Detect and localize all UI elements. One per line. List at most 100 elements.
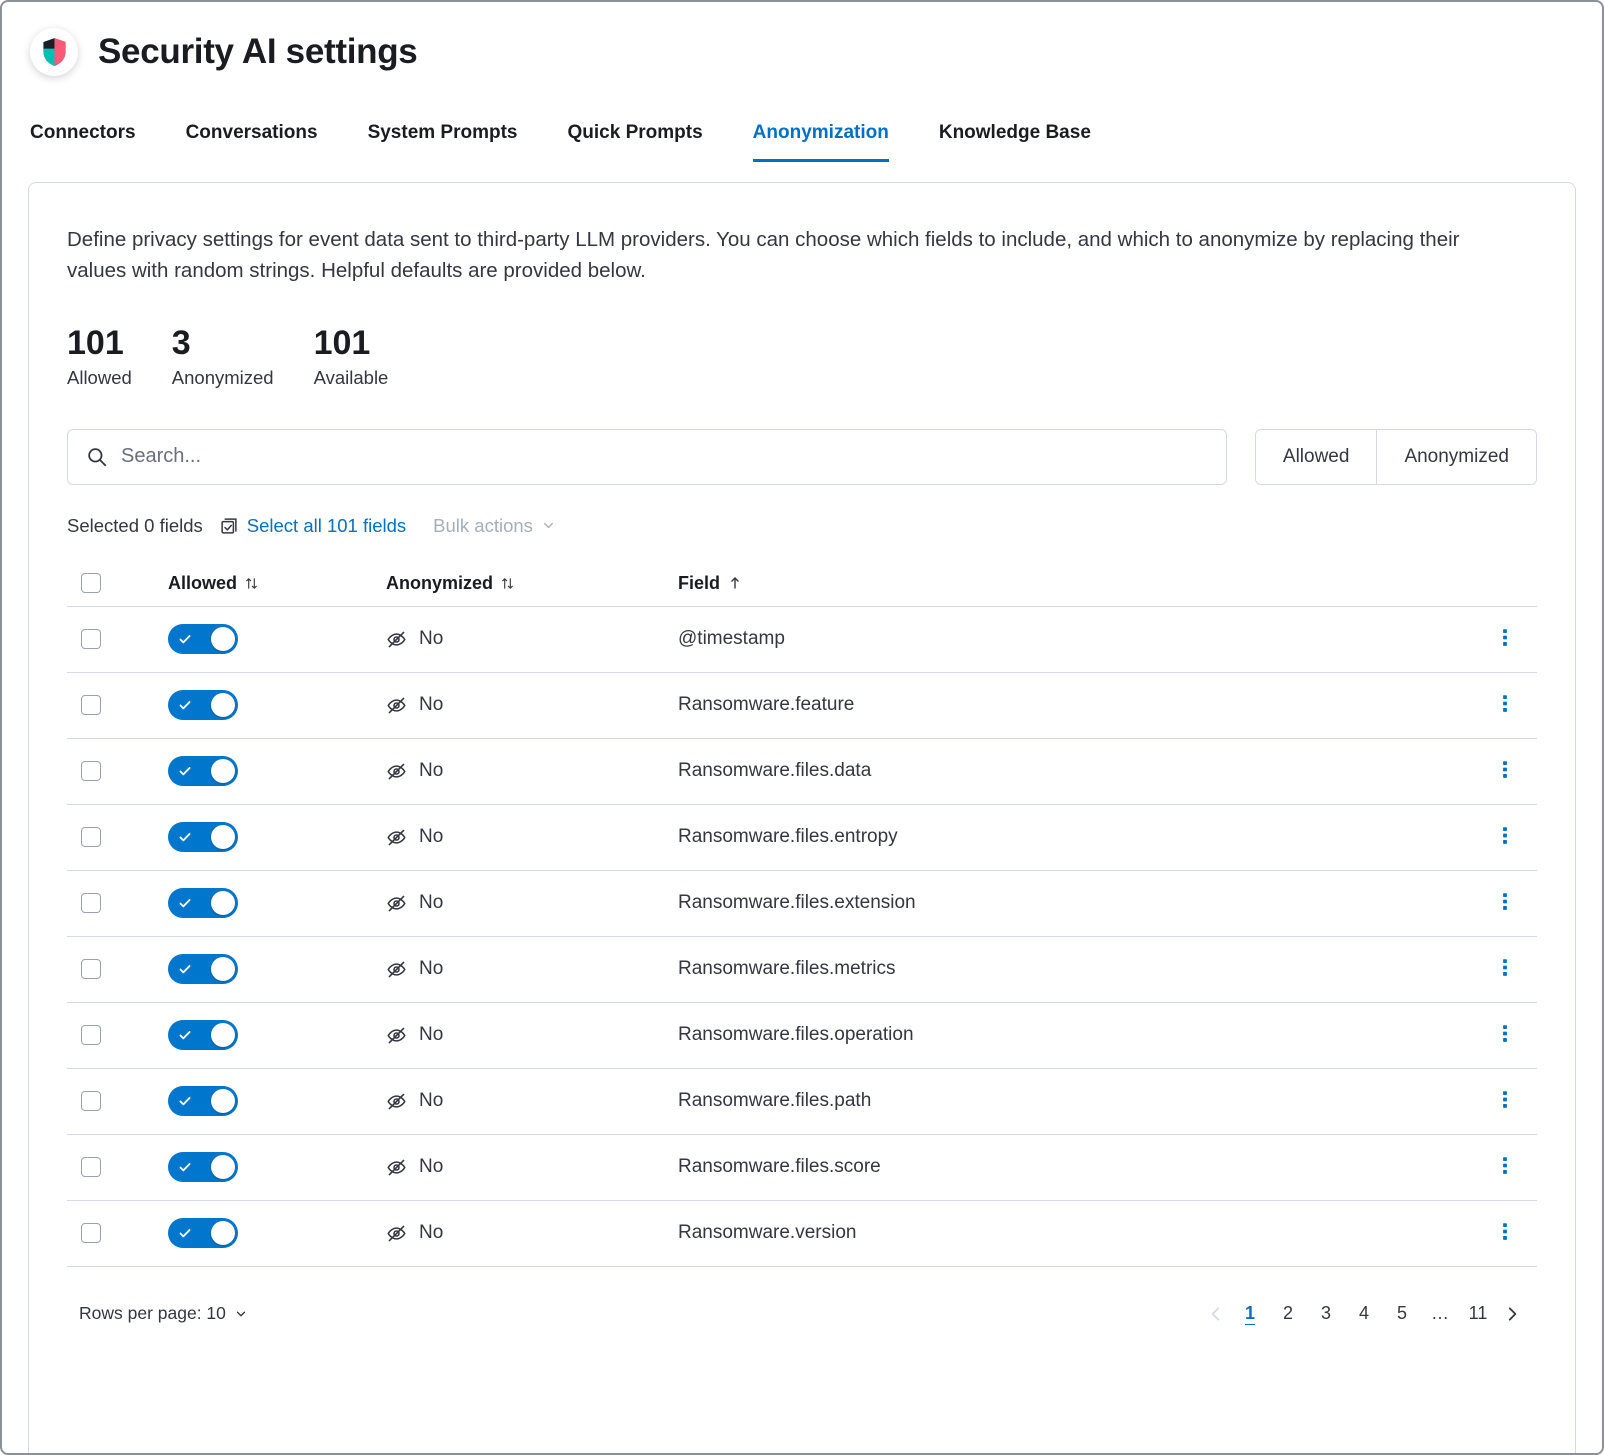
stat-allowed-value: 101 <box>67 325 132 362</box>
boxes-vertical-icon <box>1499 1090 1511 1109</box>
toggle-knob <box>211 957 235 981</box>
chevron-left-icon <box>1207 1305 1225 1323</box>
tab-knowledge-base[interactable]: Knowledge Base <box>939 122 1091 162</box>
eye-off-icon <box>386 1091 407 1112</box>
tab-quick-prompts[interactable]: Quick Prompts <box>568 122 703 162</box>
toggle-knob <box>211 1155 235 1179</box>
row-actions-button[interactable] <box>1493 1020 1517 1050</box>
pagination-page-1[interactable]: 1 <box>1231 1295 1269 1333</box>
row-checkbox[interactable] <box>81 1223 101 1243</box>
row-checkbox[interactable] <box>81 761 101 781</box>
pagination-page-4[interactable]: 4 <box>1345 1295 1383 1333</box>
allowed-toggle[interactable] <box>168 1020 238 1050</box>
allowed-toggle[interactable] <box>168 690 238 720</box>
allowed-toggle[interactable] <box>168 822 238 852</box>
rows-per-page-button[interactable]: Rows per page: 10 <box>79 1303 248 1324</box>
row-actions-button[interactable] <box>1493 954 1517 984</box>
allowed-toggle[interactable] <box>168 888 238 918</box>
boxes-vertical-icon <box>1499 892 1511 911</box>
allowed-toggle[interactable] <box>168 756 238 786</box>
sort-by-field-button[interactable]: Field <box>678 573 743 594</box>
field-name: Ransomware.files.operation <box>678 1024 914 1046</box>
anonymized-value: No <box>419 958 443 980</box>
table-row: No Ransomware.files.data <box>67 739 1537 805</box>
pagination-page-11[interactable]: 11 <box>1459 1295 1497 1333</box>
security-app-icon <box>30 28 78 76</box>
bulk-actions-label: Bulk actions <box>433 515 533 537</box>
search-icon <box>86 446 108 468</box>
eye-off-icon <box>386 1025 407 1046</box>
row-actions-button[interactable] <box>1493 1086 1517 1116</box>
pagination-page-3[interactable]: 3 <box>1307 1295 1345 1333</box>
row-actions-button[interactable] <box>1493 1152 1517 1182</box>
row-checkbox[interactable] <box>81 695 101 715</box>
tab-conversations[interactable]: Conversations <box>186 122 318 162</box>
table-row: No Ransomware.feature <box>67 673 1537 739</box>
table-row: No @timestamp <box>67 607 1537 673</box>
filter-group: Allowed Anonymized <box>1255 429 1537 485</box>
tab-connectors[interactable]: Connectors <box>30 122 136 162</box>
filter-allowed-button[interactable]: Allowed <box>1256 430 1377 484</box>
field-name: @timestamp <box>678 628 785 650</box>
allowed-toggle[interactable] <box>168 1218 238 1248</box>
row-actions-button[interactable] <box>1493 624 1517 654</box>
row-actions-button[interactable] <box>1493 888 1517 918</box>
eye-off-icon <box>386 893 407 914</box>
sort-by-anonymized-button[interactable]: Anonymized <box>386 573 515 594</box>
pagination-page-5[interactable]: 5 <box>1383 1295 1421 1333</box>
row-checkbox[interactable] <box>81 959 101 979</box>
chevron-down-icon <box>541 518 556 533</box>
allowed-toggle[interactable] <box>168 1086 238 1116</box>
boxes-vertical-icon <box>1499 760 1511 779</box>
row-actions-button[interactable] <box>1493 756 1517 786</box>
row-actions-button[interactable] <box>1493 822 1517 852</box>
field-name: Ransomware.feature <box>678 694 854 716</box>
chevron-down-icon <box>234 1307 248 1321</box>
row-actions-button[interactable] <box>1493 1218 1517 1248</box>
row-actions-button[interactable] <box>1493 690 1517 720</box>
sortable-icon <box>244 576 259 591</box>
allowed-toggle[interactable] <box>168 1152 238 1182</box>
search-box <box>67 429 1227 485</box>
allowed-toggle[interactable] <box>168 954 238 984</box>
row-checkbox[interactable] <box>81 1025 101 1045</box>
toggle-knob <box>211 1023 235 1047</box>
pagination-page-2[interactable]: 2 <box>1269 1295 1307 1333</box>
row-checkbox[interactable] <box>81 827 101 847</box>
field-name: Ransomware.files.entropy <box>678 826 898 848</box>
selected-count-text: Selected 0 fields <box>67 515 203 537</box>
eye-off-icon <box>386 1157 407 1178</box>
field-column-header: Field <box>678 573 720 594</box>
stats-row: 101 Allowed 3 Anonymized 101 Available <box>67 325 1537 389</box>
sort-by-allowed-button[interactable]: Allowed <box>168 573 259 594</box>
select-all-link[interactable]: Select all 101 fields <box>219 515 406 537</box>
toggle-knob <box>211 759 235 783</box>
stat-anonymized-value: 3 <box>172 325 274 362</box>
tab-anonymization[interactable]: Anonymization <box>753 122 889 162</box>
boxes-vertical-icon <box>1499 1024 1511 1043</box>
stat-allowed: 101 Allowed <box>67 325 132 389</box>
boxes-vertical-icon <box>1499 628 1511 647</box>
row-checkbox[interactable] <box>81 1157 101 1177</box>
allowed-toggle[interactable] <box>168 624 238 654</box>
search-input[interactable] <box>121 445 1208 468</box>
select-all-checkbox[interactable] <box>81 573 101 593</box>
row-checkbox[interactable] <box>81 1091 101 1111</box>
row-checkbox[interactable] <box>81 629 101 649</box>
filter-anonymized-button[interactable]: Anonymized <box>1376 430 1536 484</box>
sort-ascending-icon <box>727 575 743 591</box>
pagination: 12345…11 <box>1201 1295 1527 1333</box>
row-checkbox[interactable] <box>81 893 101 913</box>
eye-off-icon <box>386 827 407 848</box>
bulk-actions-button[interactable]: Bulk actions <box>433 515 556 537</box>
pagination-pages: 12345…11 <box>1231 1295 1497 1333</box>
selection-row: Selected 0 fields Select all 101 fields … <box>67 515 1537 537</box>
field-name: Ransomware.files.score <box>678 1156 881 1178</box>
eye-off-icon <box>386 1223 407 1244</box>
table-row: No Ransomware.files.score <box>67 1135 1537 1201</box>
pagination-next-button[interactable] <box>1497 1299 1527 1329</box>
pagination-prev-button[interactable] <box>1201 1299 1231 1329</box>
stat-available-value: 101 <box>314 325 389 362</box>
anonymized-value: No <box>419 1090 443 1112</box>
tab-system-prompts[interactable]: System Prompts <box>368 122 518 162</box>
